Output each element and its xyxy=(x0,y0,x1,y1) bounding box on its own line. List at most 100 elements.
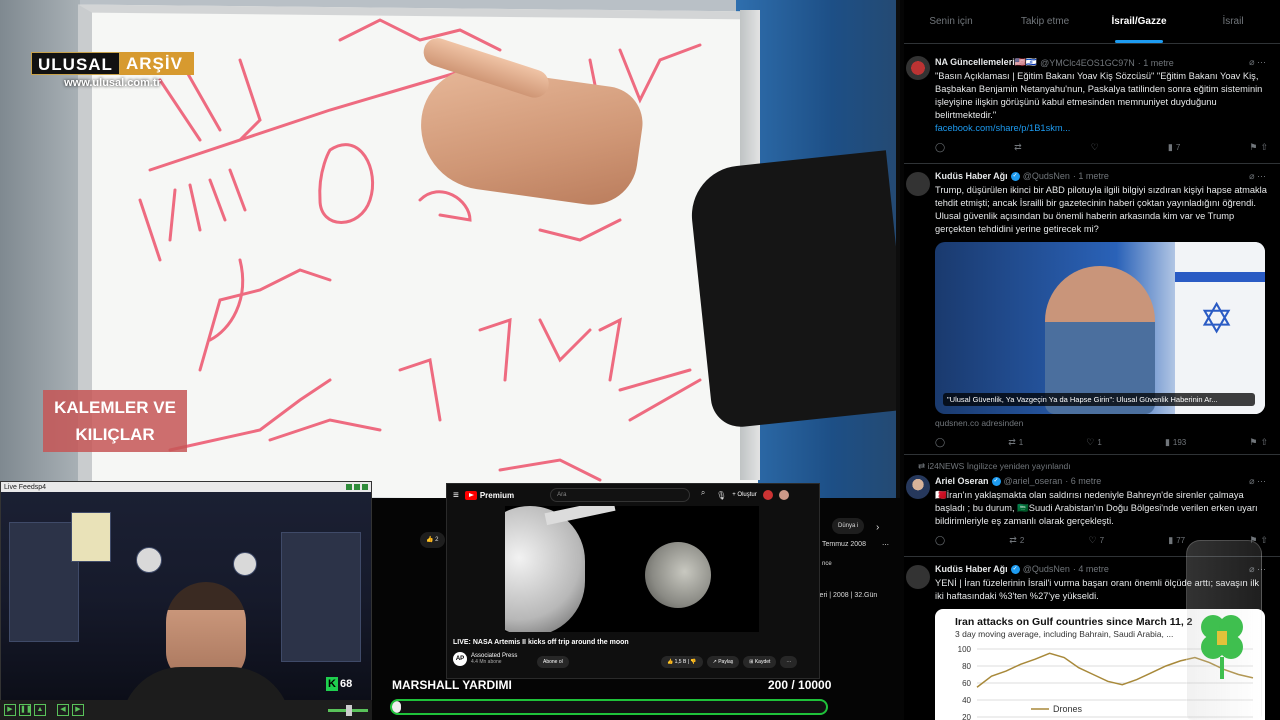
view-count: 77 xyxy=(1176,536,1186,545)
maximize-icon[interactable] xyxy=(354,484,360,490)
tweet-link[interactable]: facebook.com/share/p/1B1skm... xyxy=(935,123,1070,133)
channel-info[interactable]: AP Associated Press 4.4 Mn abone xyxy=(453,652,517,666)
tab-3[interactable]: İsrail xyxy=(1186,0,1280,43)
create-button[interactable]: + Oluştur xyxy=(732,492,757,498)
poster-badge-left xyxy=(136,547,162,573)
views-button[interactable]: ▮ 7 xyxy=(1168,142,1180,153)
views-button[interactable]: ▮ 193 xyxy=(1165,437,1186,448)
youtube-video-player[interactable] xyxy=(505,506,759,632)
avatar[interactable] xyxy=(906,56,930,80)
subscribe-button[interactable]: Abone ol xyxy=(537,656,569,668)
play-icon[interactable]: ▶ xyxy=(4,704,16,716)
tweet-author-name[interactable]: Ariel Oseran xyxy=(935,476,989,486)
eject-icon[interactable]: ▲ xyxy=(34,704,46,716)
bg-date: Temmuz 2008 xyxy=(822,541,866,548)
create-label: Oluştur xyxy=(737,492,757,498)
main-video[interactable]: ULUSAL ARŞİV www.ulusal.com.tr KALEMLER … xyxy=(0,0,900,498)
y-tick-label: 100 xyxy=(958,645,972,654)
tweet-actions: ◯ ⇄ 1 ♡ 1 ▮ 193 ⚑ ⇧ xyxy=(935,437,1268,448)
tab-0[interactable]: Senin için xyxy=(904,0,998,43)
tweet-time[interactable]: · 4 metre xyxy=(1073,564,1109,574)
bookmark-button[interactable]: ⚑ ⇧ xyxy=(1249,437,1268,448)
avatar[interactable] xyxy=(906,475,930,499)
repost-button[interactable]: ⇄ 2 xyxy=(1009,535,1024,546)
live-feed-window[interactable]: Live Feeds​p4 xyxy=(0,481,372,720)
tweet-author-name[interactable]: Kudüs Haber Ağı xyxy=(935,171,1008,181)
repost-count: 1 xyxy=(1018,438,1024,447)
youtube-popup[interactable]: ≡ Premium Ara ⌕ 🎙 + Oluştur LIVE: NASA A… xyxy=(446,483,820,679)
close-icon[interactable] xyxy=(362,484,368,490)
youtube-search-input[interactable]: Ara xyxy=(550,488,691,502)
more-icon[interactable]: ⋯ xyxy=(882,541,889,549)
reply-button[interactable]: ◯ xyxy=(935,142,945,153)
repost-button[interactable]: ⇄ 1 xyxy=(1008,437,1023,448)
repost-button[interactable]: ⇄ xyxy=(1014,142,1022,153)
live-feed-titlebar[interactable]: Live Feeds​p4 xyxy=(1,482,371,492)
views-icon: ▮ xyxy=(1164,437,1170,447)
tweet-actions: ◯ ⇄ ♡ ▮ 7 ⚑ ⇧ xyxy=(935,142,1268,153)
tweet-card-image[interactable]: "Ulusal Güvenlik, Ya Vazgeçin Ya da Haps… xyxy=(935,242,1265,414)
search-icon[interactable]: ⌕ xyxy=(696,488,710,502)
like-button[interactable]: 👍 1,5 B | 👎 xyxy=(661,656,703,668)
card-person xyxy=(1045,266,1155,414)
bg-like-chip: 👍 2 xyxy=(420,532,445,548)
menu-icon[interactable]: ≡ xyxy=(453,490,459,501)
tweet-author-handle[interactable]: @QudsNen xyxy=(1023,564,1070,574)
like-count: 1,5 B xyxy=(674,659,687,665)
share-icon[interactable]: ⇧ xyxy=(1260,142,1268,153)
video-title[interactable]: LIVE: NASA Artemis II kicks off trip aro… xyxy=(453,639,629,646)
save-button[interactable]: ⊞ Kaydet xyxy=(743,656,777,668)
spacecraft-panel xyxy=(544,506,616,526)
youtube-logo[interactable]: Premium xyxy=(464,490,514,500)
tweet[interactable]: Kudüs Haber Ağı ✓ @QudsNen · 1 metre ⌀ ⋯… xyxy=(904,164,1280,455)
share-icon[interactable]: ⇧ xyxy=(1260,437,1268,448)
webcam-view xyxy=(1,492,371,702)
tweet-time[interactable]: · 1 metre xyxy=(1138,58,1174,68)
tweet[interactable]: NA Güncellemeleri🇺🇸🇮🇱 @YMClc4EOS1GC97N ·… xyxy=(904,46,1280,164)
chevron-right-icon[interactable]: › xyxy=(876,522,879,533)
y-tick-label: 20 xyxy=(962,713,971,720)
tweet-author-name[interactable]: Kudüs Haber Ağı xyxy=(935,564,1008,574)
prev-icon[interactable]: ◀ xyxy=(57,704,69,716)
mic-icon[interactable]: 🎙 xyxy=(716,491,726,500)
volume-slider[interactable] xyxy=(328,704,368,716)
y-tick-label: 40 xyxy=(962,696,971,705)
avatar[interactable] xyxy=(906,172,930,196)
notifications-icon[interactable] xyxy=(762,490,773,500)
tweet-time[interactable]: · 1 metre xyxy=(1073,171,1109,181)
more-icon[interactable]: ⌀ ⋯ xyxy=(1249,476,1266,487)
bookmark-icon: ⚑ xyxy=(1249,437,1258,447)
avatar[interactable] xyxy=(906,565,930,589)
tweet-author-handle[interactable]: @ariel_oseran xyxy=(1004,476,1063,486)
studio-rack-left xyxy=(9,522,79,642)
program-title-line1: KALEMLER VE xyxy=(54,398,176,417)
views-button[interactable]: ▮ 77 xyxy=(1168,535,1185,546)
grok-icon[interactable]: ⌀ ⋯ xyxy=(1249,57,1266,68)
channel-avatar[interactable]: AP xyxy=(453,652,467,666)
tweet-time[interactable]: · 6 metre xyxy=(1065,476,1101,486)
more-icon[interactable]: ⌀ ⋯ xyxy=(1249,171,1266,182)
view-count: 7 xyxy=(1175,143,1181,152)
tweet-body: 🇧🇭İran'ın yaklaşmakta olan saldırısı ned… xyxy=(935,490,1258,526)
tab-1[interactable]: Takip etme xyxy=(998,0,1092,43)
like-button[interactable]: ♡ 1 xyxy=(1086,437,1102,448)
reply-button[interactable]: ◯ xyxy=(935,437,945,448)
pause-icon[interactable]: ❚❚ xyxy=(19,704,32,716)
like-button[interactable]: ♡ 7 xyxy=(1089,535,1105,546)
next-icon[interactable]: ▶ xyxy=(72,704,84,716)
tab-2[interactable]: İsrail/Gazze xyxy=(1092,0,1186,43)
avatar[interactable] xyxy=(778,490,789,500)
card-source[interactable]: qudsnen.co adresinden xyxy=(935,418,1023,428)
bg-chip[interactable]: Dünya i xyxy=(832,518,865,534)
share-button[interactable]: ↗ Paylaş xyxy=(706,656,740,668)
share-icon[interactable]: ⇧ xyxy=(1260,535,1268,546)
tweet-author-name[interactable]: NA Güncellemeleri🇺🇸🇮🇱 xyxy=(935,57,1037,68)
minimize-icon[interactable] xyxy=(346,484,352,490)
more-actions-icon[interactable]: ⋯ xyxy=(780,656,798,668)
tweet-author-handle[interactable]: @QudsNen xyxy=(1023,171,1070,181)
reply-button[interactable]: ◯ xyxy=(935,535,945,546)
bookmark-button[interactable]: ⚑ ⇧ xyxy=(1249,142,1268,153)
tweet-author-handle[interactable]: @YMClc4EOS1GC97N xyxy=(1040,58,1135,68)
like-button[interactable]: ♡ xyxy=(1091,142,1099,153)
goal-progress-fill xyxy=(392,701,401,713)
